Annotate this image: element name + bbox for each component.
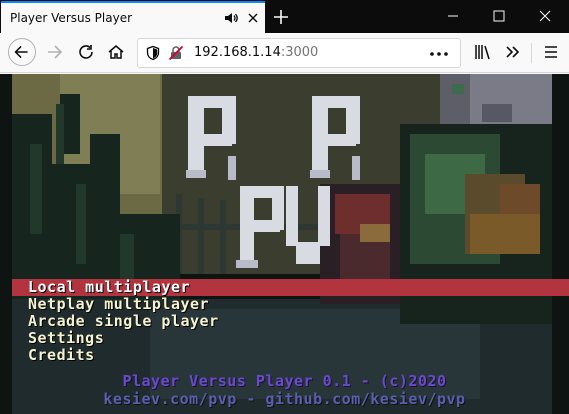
tab-active[interactable]: Player Versus Player	[1, 1, 265, 33]
menu-item-arcade-single-player[interactable]: Arcade single player	[12, 313, 569, 330]
menu-item-credits[interactable]: Credits	[12, 347, 569, 364]
maximize-icon[interactable]	[476, 4, 522, 28]
toolbar-separator	[531, 43, 532, 63]
plus-icon[interactable]	[270, 6, 292, 28]
more-icon[interactable]	[426, 45, 452, 63]
menu-item-local-multiplayer[interactable]: Local multiplayer	[12, 279, 569, 296]
audio-icon[interactable]	[222, 9, 240, 27]
tab-strip: Player Versus Player	[0, 0, 569, 33]
library-icon[interactable]	[468, 38, 496, 66]
url-text[interactable]: 192.168.1.14:3000	[194, 45, 318, 60]
hamburger-icon[interactable]	[537, 38, 565, 66]
reload-icon[interactable]	[72, 38, 100, 66]
forward-icon[interactable]	[40, 38, 68, 66]
shield-icon[interactable]	[145, 45, 161, 61]
menu-item-netplay-multiplayer[interactable]: Netplay multiplayer	[12, 296, 569, 313]
main-menu: Local multiplayer Netplay multiplayer Ar…	[12, 279, 569, 364]
tab-title: Player Versus Player	[10, 11, 133, 25]
minimize-icon[interactable]	[430, 4, 476, 28]
window-close-icon[interactable]	[522, 4, 568, 28]
version-footer: Player Versus Player 0.1 - (c)2020	[122, 372, 447, 390]
menu-item-settings[interactable]: Settings	[12, 330, 569, 347]
links-footer: kesiev.com/pvp - github.com/kesiev/pvp	[103, 390, 466, 408]
overflow-icon[interactable]	[499, 38, 527, 66]
back-icon[interactable]	[8, 38, 36, 66]
close-icon[interactable]	[245, 10, 261, 26]
navigation-bar: 192.168.1.14:3000	[0, 33, 569, 73]
home-icon[interactable]	[102, 38, 130, 66]
game-canvas[interactable]: Local multiplayer Netplay multiplayer Ar…	[0, 74, 569, 414]
insecure-lock-icon[interactable]	[168, 45, 184, 61]
url-bar[interactable]: 192.168.1.14:3000	[137, 38, 461, 68]
